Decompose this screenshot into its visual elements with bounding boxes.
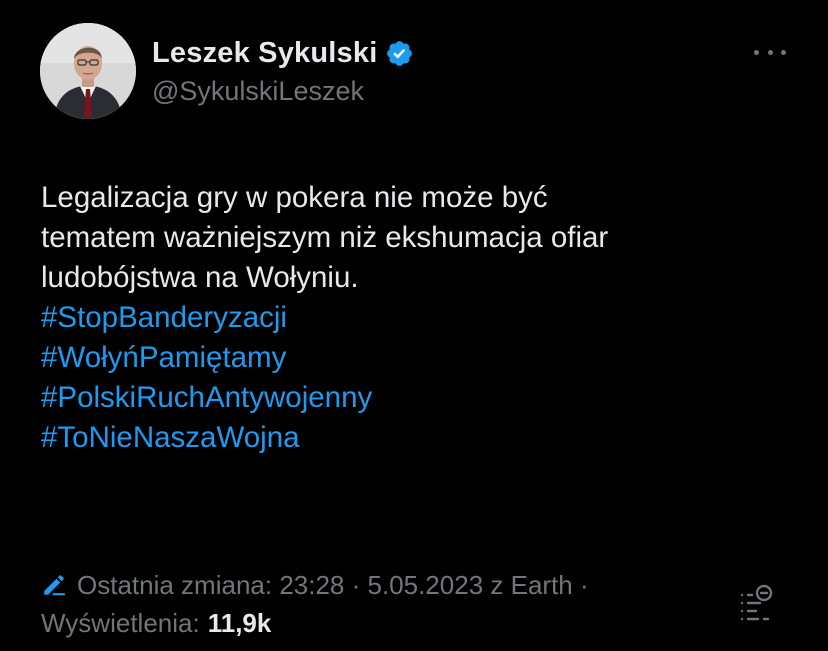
more-dot — [781, 49, 786, 55]
pencil-icon — [44, 575, 65, 596]
tweet-text-line: ludobójstwa na Wołyniu. — [41, 261, 359, 294]
tweet-meta: Ostatnia zmiana: 23:28 · 5.05.2023 z Ear… — [41, 566, 589, 642]
edit-history-icon[interactable] — [738, 583, 776, 623]
views-row: Wyświetlenia: 11,9k — [41, 604, 589, 642]
avatar-image — [40, 23, 136, 119]
more-options-icon[interactable] — [754, 44, 786, 60]
author-display-name[interactable]: Leszek Sykulski — [152, 37, 377, 70]
more-dot — [754, 49, 759, 55]
hashtag-link[interactable]: #ToNieNaszaWojna — [41, 418, 801, 458]
edited-row[interactable]: Ostatnia zmiana: 23:28 · 5.05.2023 z Ear… — [41, 566, 589, 604]
tweet-text: Legalizacja gry w pokera nie może być te… — [41, 178, 801, 458]
tweet-text-line: tematem ważniejszym niż ekshumacja ofiar — [41, 221, 609, 254]
avatar[interactable] — [40, 23, 136, 119]
author-name-row[interactable]: Leszek Sykulski — [152, 33, 414, 73]
hashtag-link[interactable]: #WołyńPamiętamy — [41, 338, 801, 378]
verified-badge-icon[interactable] — [385, 39, 414, 68]
views-label: Wyświetlenia: — [41, 608, 200, 638]
tweet-text-line: Legalizacja gry w pokera nie może być — [41, 181, 548, 214]
author-handle[interactable]: @SykulskiLeszek — [152, 76, 364, 107]
hashtag-link[interactable]: #PolskiRuchAntywojenny — [41, 378, 801, 418]
hashtag-link[interactable]: #StopBanderyzacji — [41, 298, 801, 338]
views-count: 11,9k — [207, 608, 272, 638]
edited-timestamp[interactable]: Ostatnia zmiana: 23:28 · 5.05.2023 z Ear… — [77, 566, 589, 604]
more-dot — [767, 49, 773, 55]
